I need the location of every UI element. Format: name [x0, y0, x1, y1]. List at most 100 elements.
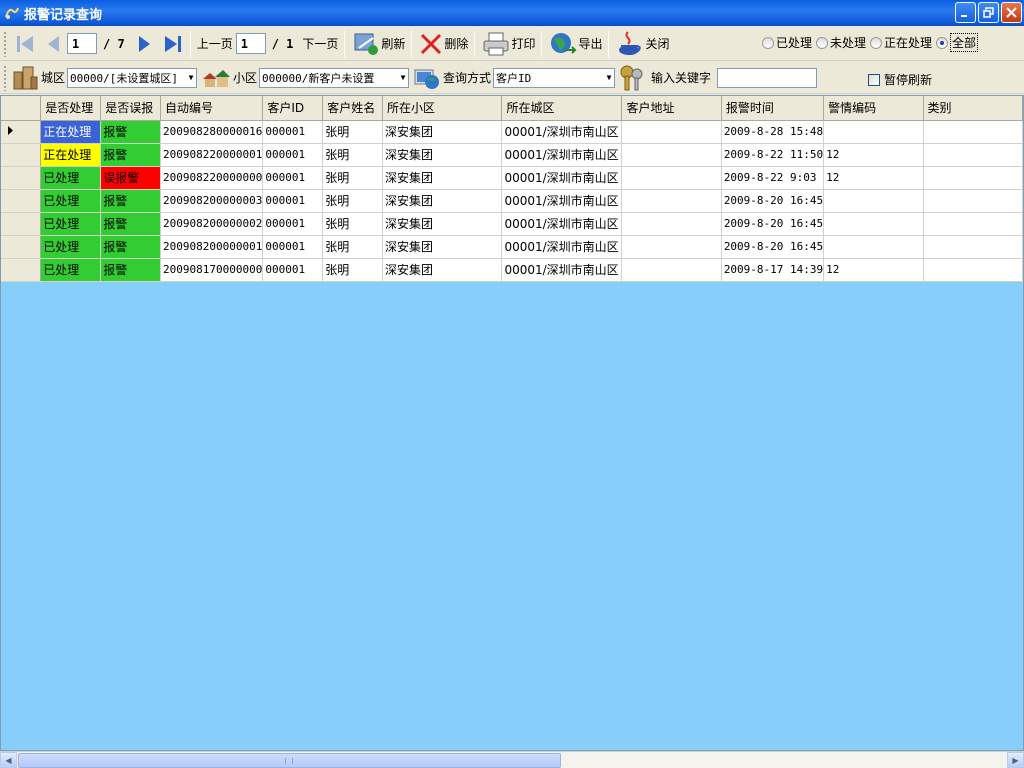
table-cell[interactable]: 正在处理 [40, 143, 102, 167]
table-cell[interactable]: 报警 [100, 212, 162, 236]
table-cell[interactable] [923, 189, 1024, 213]
table-row[interactable]: 已处理 报警 200908170000000 000001 张明 深安集团 00001/深圳… [1, 258, 1024, 282]
table-cell[interactable]: 正在处理 [40, 120, 102, 144]
table-cell[interactable]: 200908220000001 [160, 143, 264, 167]
table-cell[interactable] [621, 120, 722, 144]
column-header[interactable]: 自动编号 [160, 96, 264, 121]
table-cell[interactable]: 已处理 [40, 189, 102, 213]
table-cell[interactable]: 2009-8-22 11:50 [721, 143, 825, 167]
next-page-button[interactable]: 下一页 [299, 30, 341, 58]
table-cell[interactable]: 000001 [262, 143, 324, 167]
scroll-thumb[interactable] [18, 753, 561, 768]
table-row[interactable]: 已处理 报警 200908200000003 000001 张明 深安集团 00001/深圳… [1, 189, 1024, 213]
table-cell[interactable]: 报警 [100, 120, 162, 144]
table-cell[interactable]: 00001/深圳市南山区 [501, 235, 623, 259]
table-cell[interactable] [823, 212, 924, 236]
table-cell[interactable]: 报警 [100, 258, 162, 282]
table-cell[interactable] [823, 235, 924, 259]
table-cell[interactable] [923, 143, 1024, 167]
table-cell[interactable]: 深安集团 [382, 189, 503, 213]
table-cell[interactable]: 张明 [322, 258, 383, 282]
table-cell[interactable] [621, 258, 722, 282]
table-row[interactable]: 正在处理 报警 200908220000001 000001 张明 深安集团 00001/深… [1, 143, 1024, 167]
row-header[interactable] [1, 258, 42, 282]
column-header[interactable]: 是否处理 [40, 96, 102, 121]
column-header[interactable]: 报警时间 [721, 96, 825, 121]
row-header[interactable] [1, 120, 42, 144]
row-header[interactable] [1, 212, 42, 236]
table-cell[interactable]: 12 [823, 166, 924, 190]
table-cell[interactable]: 00001/深圳市南山区 [501, 189, 623, 213]
delete-button[interactable]: 删除 [415, 30, 471, 58]
table-row[interactable]: 已处理 报警 200908200000001 000001 张明 深安集团 00001/深圳… [1, 235, 1024, 259]
table-cell[interactable]: 00001/深圳市南山区 [501, 143, 623, 167]
page-number-input[interactable]: 1 [67, 33, 97, 54]
table-cell[interactable]: 200908200000002 [160, 212, 264, 236]
table-cell[interactable]: 00001/深圳市南山区 [501, 166, 623, 190]
print-button[interactable]: 打印 [478, 30, 538, 58]
table-cell[interactable]: 2009-8-28 15:48 [721, 120, 825, 144]
table-cell[interactable]: 000001 [262, 189, 324, 213]
table-cell[interactable] [923, 258, 1024, 282]
column-header[interactable]: 所在小区 [382, 96, 503, 121]
close-window-button[interactable] [1001, 2, 1022, 23]
table-cell[interactable] [923, 212, 1024, 236]
table-cell[interactable]: 200908200000003 [160, 189, 264, 213]
table-cell[interactable]: 张明 [322, 235, 383, 259]
table-cell[interactable]: 误报警 [100, 166, 162, 190]
previous-button[interactable] [39, 30, 67, 58]
filter-unhandled-radio[interactable]: 未处理 [815, 34, 866, 51]
table-cell[interactable]: 000001 [262, 120, 324, 144]
table-cell[interactable]: 报警 [100, 143, 162, 167]
table-cell[interactable]: 000001 [262, 212, 324, 236]
table-cell[interactable]: 张明 [322, 166, 383, 190]
table-cell[interactable]: 200908200000001 [160, 235, 264, 259]
column-header[interactable]: 警情编码 [823, 96, 924, 121]
row-header[interactable] [1, 235, 42, 259]
table-cell[interactable]: 报警 [100, 235, 162, 259]
scroll-right-button[interactable]: ▶ [1007, 752, 1024, 768]
table-cell[interactable] [621, 212, 722, 236]
pause-refresh-checkbox[interactable]: 暂停刷新 [867, 71, 932, 88]
close-button[interactable]: 关闭 [612, 30, 672, 58]
filter-all-radio[interactable]: 全部 [935, 33, 978, 52]
table-cell[interactable]: 已处理 [40, 212, 102, 236]
column-header[interactable]: 类别 [923, 96, 1024, 121]
table-cell[interactable]: 报警 [100, 189, 162, 213]
table-cell[interactable]: 200908220000000 [160, 166, 264, 190]
table-cell[interactable]: 00001/深圳市南山区 [501, 120, 623, 144]
column-header[interactable]: 客户地址 [621, 96, 722, 121]
table-cell[interactable]: 2009-8-20 16:45 [721, 235, 825, 259]
table-cell[interactable]: 000001 [262, 166, 324, 190]
table-cell[interactable]: 已处理 [40, 235, 102, 259]
table-cell[interactable] [923, 235, 1024, 259]
column-header[interactable]: 是否误报 [100, 96, 162, 121]
table-cell[interactable] [823, 189, 924, 213]
row-header[interactable] [1, 143, 42, 167]
column-header[interactable]: 客户ID [262, 96, 324, 121]
city-select[interactable]: 00000/[未设置城区] ▼ [67, 67, 198, 88]
table-cell[interactable] [923, 120, 1024, 144]
table-cell[interactable]: 2009-8-20 16:45 [721, 189, 825, 213]
minimize-button[interactable] [955, 2, 976, 23]
table-cell[interactable] [621, 166, 722, 190]
table-cell[interactable] [923, 166, 1024, 190]
toolbar-grip[interactable] [3, 64, 7, 91]
table-cell[interactable]: 00001/深圳市南山区 [501, 212, 623, 236]
table-cell[interactable]: 深安集团 [382, 120, 503, 144]
table-cell[interactable]: 张明 [322, 143, 383, 167]
filter-processing-radio[interactable]: 正在处理 [869, 34, 932, 51]
table-cell[interactable] [621, 189, 722, 213]
table-cell[interactable]: 已处理 [40, 258, 102, 282]
table-cell[interactable]: 深安集团 [382, 235, 503, 259]
table-cell[interactable] [621, 235, 722, 259]
column-header[interactable]: 所在城区 [501, 96, 623, 121]
page-input-2[interactable]: 1 [235, 33, 266, 54]
row-header[interactable] [1, 189, 42, 213]
restore-button[interactable] [978, 2, 999, 23]
last-page-button[interactable] [159, 30, 187, 58]
query-mode-select[interactable]: 客户ID ▼ [493, 67, 616, 88]
export-button[interactable]: 导出 [545, 30, 605, 58]
table-cell[interactable]: 已处理 [40, 166, 102, 190]
table-cell[interactable]: 200908280000016 [160, 120, 264, 144]
